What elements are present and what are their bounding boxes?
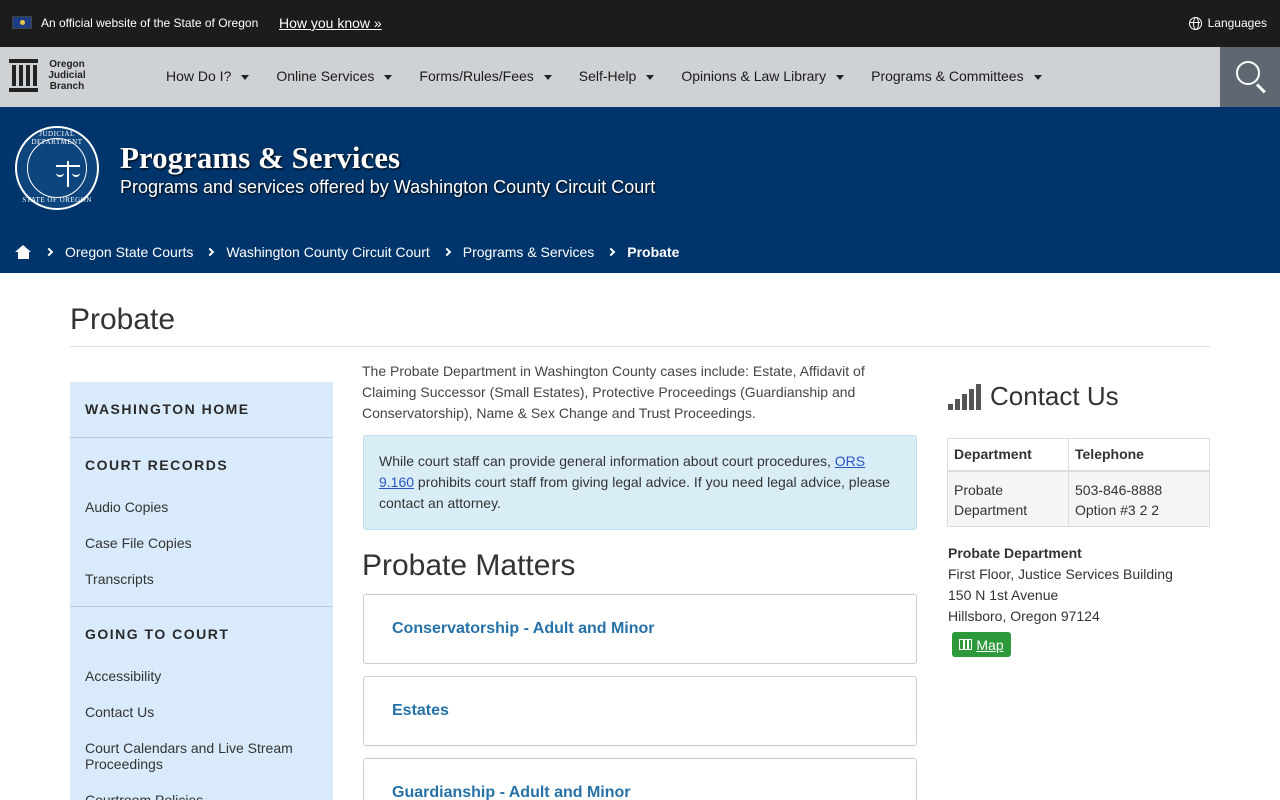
accordion-label: Conservatorship - Adult and Minor (392, 620, 655, 637)
chevron-right-icon (44, 247, 54, 257)
search-icon (1236, 61, 1260, 85)
accordion-guardianship[interactable]: Guardianship - Adult and Minor (363, 758, 917, 800)
breadcrumb-programs-services[interactable]: Programs & Services (463, 244, 594, 260)
breadcrumb: Oregon State Courts Washington County Ci… (15, 244, 693, 260)
accordion-conservatorship[interactable]: Conservatorship - Adult and Minor (363, 594, 917, 664)
chevron-down-icon (646, 74, 655, 80)
map-icon (959, 639, 973, 650)
how-you-know-link[interactable]: How you know » (279, 15, 382, 31)
chevron-right-icon (206, 247, 215, 257)
telephone-cell: 503-846-8888 Option #3 2 2 (1068, 470, 1210, 527)
nav-how-do-i[interactable]: How Do I? (166, 68, 250, 84)
logo-text: Oregon Judicial Branch (48, 59, 86, 92)
chevron-down-icon (241, 74, 250, 80)
sidebar-item-court-calendars[interactable]: Court Calendars and Live Stream Proceedi… (85, 740, 315, 772)
oregon-flag-icon (12, 16, 32, 29)
courthouse-pillar-icon (9, 59, 38, 92)
breadcrumb-current: Probate (627, 244, 680, 260)
chevron-down-icon (384, 74, 393, 80)
nav-online-services[interactable]: Online Services (276, 68, 393, 84)
judicial-department-seal: JUDICIAL DEPARTMENT STATE OF OREGON (15, 126, 99, 210)
chevron-down-icon (836, 74, 845, 80)
chevron-down-icon (1033, 74, 1042, 80)
divider (70, 437, 333, 438)
section-title-probate-matters: Probate Matters (362, 549, 576, 582)
sidebar-item-audio-copies[interactable]: Audio Copies (85, 499, 315, 515)
sidebar-item-courtroom-policies[interactable]: Courtroom Policies (85, 792, 315, 800)
banner-title: Programs & Services (120, 140, 401, 175)
official-site-text: An official website of the State of Oreg… (41, 16, 259, 30)
page-title: Probate (70, 303, 176, 336)
breadcrumb-oregon-state-courts[interactable]: Oregon State Courts (65, 244, 193, 260)
nav-opinions-law-library[interactable]: Opinions & Law Library (681, 68, 845, 84)
legal-advice-alert: While court staff can provide general in… (363, 435, 917, 530)
chevron-right-icon (606, 247, 616, 257)
chevron-right-icon (442, 247, 451, 257)
department-cell: Probate Department (947, 470, 1069, 527)
official-site-bar: An official website of the State of Oreg… (0, 0, 1280, 47)
intro-text: The Probate Department in Washington Cou… (362, 363, 865, 421)
sidebar-heading-court-records: COURT RECORDS (85, 457, 229, 473)
column-header-department: Department (947, 438, 1069, 472)
home-icon[interactable] (15, 245, 32, 259)
breadcrumb-washington-county[interactable]: Washington County Circuit Court (226, 244, 429, 260)
accordion-label: Guardianship - Adult and Minor (392, 784, 631, 800)
sidebar-item-accessibility[interactable]: Accessibility (85, 668, 315, 684)
sidebar-item-case-file-copies[interactable]: Case File Copies (85, 535, 315, 551)
sidebar-washington-home[interactable]: WASHINGTON HOME (85, 401, 250, 417)
chevron-down-icon (543, 74, 552, 80)
department-address: Probate Department First Floor, Justice … (948, 545, 1173, 624)
divider (70, 346, 1210, 347)
main-navigation: Oregon Judicial Branch How Do I? Online … (0, 47, 1280, 107)
nav-self-help[interactable]: Self-Help (579, 68, 655, 84)
divider (70, 606, 333, 607)
scales-of-justice-icon (56, 161, 80, 189)
accordion-label: Estates (392, 702, 449, 719)
sidebar-item-contact-us[interactable]: Contact Us (85, 704, 315, 720)
signal-bars-icon (948, 384, 981, 410)
page-banner: JUDICIAL DEPARTMENT STATE OF OREGON Prog… (0, 107, 1280, 273)
globe-icon (1188, 16, 1202, 30)
nav-forms-rules-fees[interactable]: Forms/Rules/Fees (419, 68, 552, 84)
banner-subtitle: Programs and services offered by Washing… (120, 177, 656, 197)
map-button[interactable]: Map (952, 632, 1011, 657)
accordion-estates[interactable]: Estates (363, 676, 917, 746)
column-header-telephone: Telephone (1068, 438, 1210, 472)
contact-us-heading: Contact Us (948, 381, 1119, 412)
contact-table: Department Telephone Probate Department 5… (947, 438, 1210, 527)
table-row: Probate Department 503-846-8888 Option #3 … (947, 470, 1210, 527)
sidebar-heading-going-to-court: GOING TO COURT (85, 626, 230, 642)
languages-label: Languages (1207, 16, 1267, 30)
sidebar-item-transcripts[interactable]: Transcripts (85, 571, 315, 587)
ojb-logo[interactable]: Oregon Judicial Branch (9, 59, 90, 92)
search-button[interactable] (1220, 47, 1280, 107)
nav-programs-committees[interactable]: Programs & Committees (871, 68, 1042, 84)
sidebar: WASHINGTON HOME COURT RECORDS Audio Copi… (70, 382, 333, 800)
languages-button[interactable]: Languages (1188, 16, 1267, 30)
